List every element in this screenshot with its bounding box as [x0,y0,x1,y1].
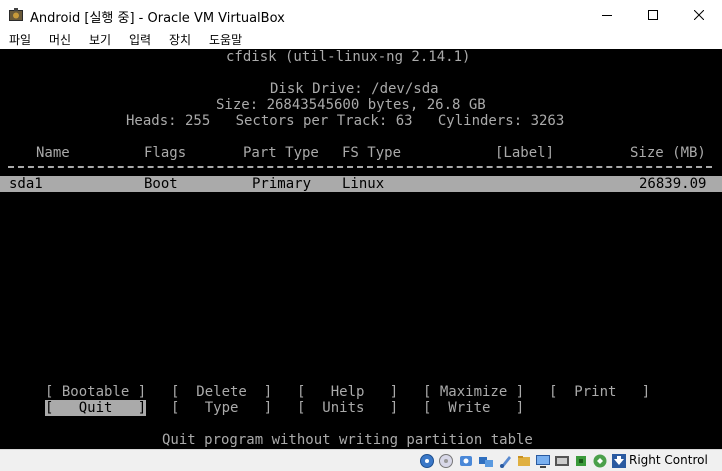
vm-console-screen[interactable]: cfdisk (util-linux-ng 2.14.1) Disk Drive… [0,49,722,449]
help-button[interactable]: [ Help ] [297,384,398,400]
column-name: Name [36,145,70,161]
print-button[interactable]: [ Print ] [549,384,650,400]
video-capture-icon[interactable] [554,453,570,469]
column-fs-type: FS Type [342,145,402,161]
menu-file[interactable]: 파일 [9,31,31,48]
virtualbox-icon [9,8,23,21]
maximize-icon [648,10,658,20]
minimize-icon [602,15,612,16]
partition-fs-type: Linux [342,176,385,192]
column-label: [Label] [495,145,555,161]
hard-disk-icon[interactable] [419,453,435,469]
bootable-button[interactable]: [ Bootable ] [45,384,146,400]
disk-drive-line: Disk Drive: /dev/sda [270,81,439,97]
partition-size: 26839.09 [639,176,707,192]
partition-flags: Boot [144,176,178,192]
menu-devices[interactable]: 장치 [169,31,191,48]
title-bar[interactable]: Android [실행 중] - Oracle VM VirtualBox [0,0,722,30]
audio-icon[interactable] [458,453,474,469]
window-title: Android [실행 중] - Oracle VM VirtualBox [30,11,285,26]
column-part-type: Part Type [243,145,319,161]
menu-bar: 파일 머신 보기 입력 장치 도움말 [0,30,722,49]
display-icon[interactable] [535,453,551,469]
menu-view[interactable]: 보기 [89,31,111,48]
delete-button[interactable]: [ Delete ] [171,384,272,400]
network-icon[interactable] [478,453,494,469]
cfdisk-header: cfdisk (util-linux-ng 2.14.1) [226,49,471,65]
optical-drive-icon[interactable] [438,453,454,469]
usb-icon[interactable] [498,453,514,469]
write-button[interactable]: [ Write ] [423,400,524,416]
host-key-label: Right Control [629,453,708,467]
status-message: Quit program without writing partition t… [162,432,533,448]
vm-status-bar: Right Control [0,449,722,471]
disk-size-line: Size: 26843545600 bytes, 26.8 GB [216,97,486,113]
partition-part-type: Primary [252,176,312,192]
close-button[interactable] [676,0,722,30]
host-key-arrow-icon [612,454,626,468]
close-icon [694,10,704,20]
menu-help[interactable]: 도움말 [209,31,242,48]
partition-name: sda1 [9,176,43,192]
mouse-integration-icon[interactable] [592,453,608,469]
cpu-icon[interactable] [573,453,589,469]
shared-folder-icon[interactable] [516,453,532,469]
maximize-button[interactable] [630,0,676,30]
partition-row-selected[interactable]: sda1 Boot Primary Linux 26839.09 [0,176,722,192]
minimize-button[interactable] [584,0,630,30]
disk-geometry-line: Heads: 255 Sectors per Track: 63 Cylinde… [126,113,565,129]
column-flags: Flags [144,145,187,161]
menu-input[interactable]: 입력 [129,31,151,48]
menu-machine[interactable]: 머신 [49,31,71,48]
type-button[interactable]: [ Type ] [171,400,272,416]
column-size: Size (MB) [630,145,706,161]
header-separator [8,166,712,168]
units-button[interactable]: [ Units ] [297,400,398,416]
maximize-partition-button[interactable]: [ Maximize ] [423,384,524,400]
quit-button[interactable]: [ Quit ] [45,400,147,416]
